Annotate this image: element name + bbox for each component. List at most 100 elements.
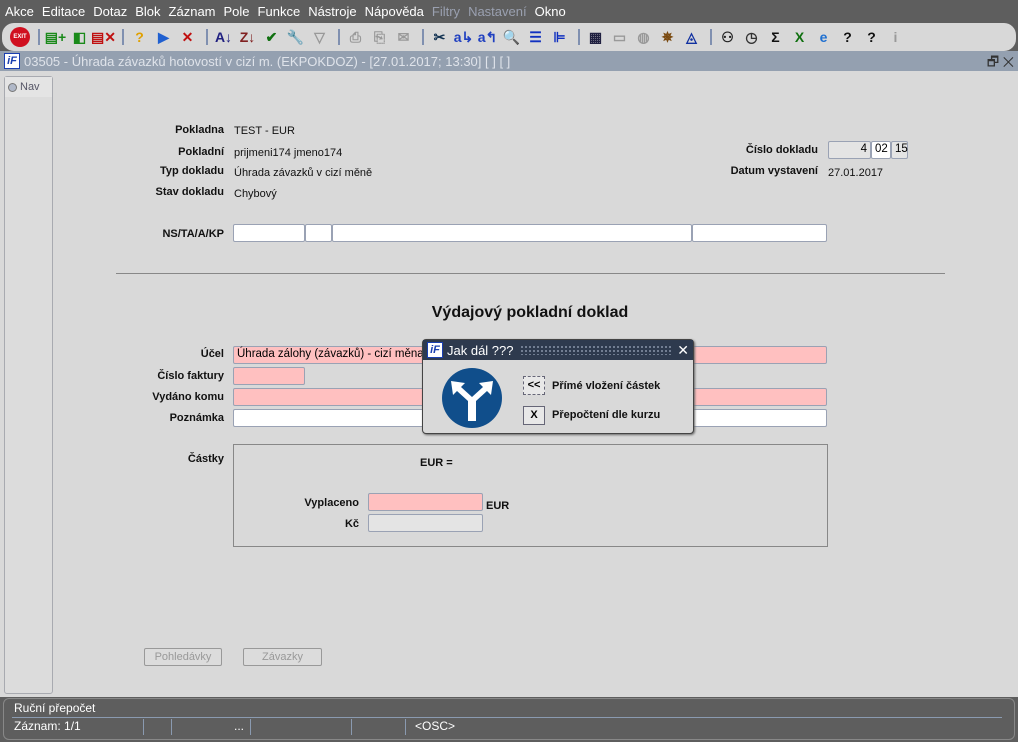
toolbar: EXIT ▤+ ◧ ▤✕? ▶ ✕ A↓ Z↓ ✔ 🔧 ▽ ⎙ ⎘ ✉ ✂ a↳ a↰ 🔍 ☰ ⊫ ▦ ▭ ◍ ✵ ◬ ⚇ ◷ Σ Xe…: [2, 23, 1016, 51]
faktura-label: Číslo faktury: [157, 370, 224, 382]
menu-pole[interactable]: Pole: [224, 4, 250, 19]
context-help-icon[interactable]: ?: [861, 27, 882, 48]
kc-label: Kč: [344, 518, 359, 530]
filter-icon[interactable]: ▽: [309, 27, 330, 48]
cislo-field-2[interactable]: 02: [871, 141, 891, 159]
cancel-query-icon[interactable]: ✕: [177, 27, 198, 48]
cislo-field-3[interactable]: 15: [891, 141, 908, 159]
kp-field[interactable]: [692, 224, 827, 242]
clock-icon[interactable]: ◷: [741, 27, 762, 48]
pohledavky-button[interactable]: Pohledávky: [144, 648, 222, 666]
print-setup-icon[interactable]: ⎘: [369, 27, 390, 48]
app-logo-icon: iF: [427, 342, 443, 358]
nav-tab[interactable]: Nav: [5, 77, 52, 97]
kc-field[interactable]: [368, 514, 483, 532]
datum-label: Datum vystavení: [730, 165, 818, 177]
sum-icon[interactable]: Σ: [765, 27, 786, 48]
stav-label: Stav dokladu: [155, 186, 224, 198]
dialog-title: Jak dál ???: [447, 342, 514, 358]
faktura-field[interactable]: [233, 367, 305, 385]
direct-entry-label: Přímé vložení částek: [552, 380, 661, 392]
dialog-title-bar: iF Jak dál ??? ✕: [423, 340, 693, 360]
menu-dotaz[interactable]: Dotaz: [93, 4, 127, 19]
menu-filtry[interactable]: Filtry: [432, 4, 460, 19]
menu-napoveda[interactable]: Nápověda: [365, 4, 424, 19]
ns-label: NS/TA/A/KP: [162, 228, 224, 240]
close-icon[interactable]: ✕: [1003, 54, 1014, 69]
nav-label: Nav: [20, 81, 40, 93]
check-icon[interactable]: ✔: [261, 27, 282, 48]
pokladni-value: prijmeni174 jmeno174: [234, 147, 343, 159]
mode-indicator: <OSC>: [415, 719, 456, 733]
status-ellipsis: ...: [234, 719, 245, 733]
cut-icon[interactable]: ✂: [429, 27, 450, 48]
title-grip: [519, 345, 672, 355]
typ-value: Úhrada závazků v cizí měně: [234, 167, 373, 179]
cislo-field-1[interactable]: 4: [828, 141, 871, 159]
sort-asc-icon[interactable]: A↓: [213, 27, 234, 48]
direct-entry-button[interactable]: <<: [523, 376, 545, 395]
menu-editace[interactable]: Editace: [42, 4, 85, 19]
paste-icon[interactable]: a↰: [477, 27, 498, 48]
help-icon[interactable]: ?: [837, 27, 858, 48]
eye-icon[interactable]: ◬: [681, 27, 702, 48]
menu-nastroje[interactable]: Nástroje: [308, 4, 356, 19]
window-title: 03505 - Úhrada závazků hotovostí v cizí …: [24, 53, 511, 69]
list-icon[interactable]: ☰: [525, 27, 546, 48]
wrench-icon[interactable]: 🔧: [285, 27, 306, 48]
dialog-close-icon[interactable]: ✕: [677, 342, 689, 359]
menu-zaznam[interactable]: Záznam: [169, 4, 216, 19]
search-icon[interactable]: 🔍: [501, 27, 522, 48]
a-field[interactable]: [332, 224, 692, 242]
menu-funkce[interactable]: Funkce: [258, 4, 301, 19]
toolbar-separator: [710, 29, 712, 45]
status-message: Ruční přepočet: [12, 701, 1002, 718]
datum-value: 27.01.2017: [828, 167, 884, 179]
poznamka-label: Poznámka: [169, 412, 224, 424]
stav-value: Chybový: [234, 188, 277, 200]
menu-okno[interactable]: Okno: [535, 4, 566, 19]
document-icon[interactable]: ▭: [609, 27, 630, 48]
mail-icon[interactable]: ✉: [393, 27, 414, 48]
cislo-label: Číslo dokladu: [745, 144, 818, 156]
castky-label: Částky: [187, 453, 224, 465]
pokladni-label: Pokladní: [178, 146, 224, 158]
menu-nastaveni[interactable]: Nastavení: [468, 4, 527, 19]
status-bar: Ruční přepočet Záznam: 1/1 ... <OSC>: [3, 698, 1015, 740]
delete-record-icon[interactable]: ▤✕: [91, 27, 116, 48]
helm-icon[interactable]: ✵: [657, 27, 678, 48]
browser-icon[interactable]: e: [813, 27, 834, 48]
ns-field[interactable]: [233, 224, 305, 242]
insert-record-icon[interactable]: ▤+: [45, 27, 66, 48]
duplicate-record-icon[interactable]: ◧: [69, 27, 90, 48]
ta-field[interactable]: [305, 224, 332, 242]
tree-list-icon[interactable]: ⊫: [549, 27, 570, 48]
vyplaceno-label: Vyplaceno: [304, 497, 359, 509]
vyplaceno-field[interactable]: [368, 493, 483, 511]
zavazky-button[interactable]: Závazky: [243, 648, 322, 666]
excel-icon[interactable]: X: [789, 27, 810, 48]
menu-akce[interactable]: Akce: [5, 4, 34, 19]
sort-desc-icon[interactable]: Z↓: [237, 27, 258, 48]
toolbar-separator: [578, 29, 580, 45]
vyplaceno-unit: EUR: [486, 500, 510, 512]
execute-query-icon[interactable]: ▶: [153, 27, 174, 48]
form-icon[interactable]: ▦: [585, 27, 606, 48]
restore-icon[interactable]: 🗗: [987, 54, 999, 69]
recalc-button[interactable]: X: [523, 406, 545, 425]
exit-icon[interactable]: EXIT: [10, 27, 30, 47]
toolbar-separator: [422, 29, 424, 45]
divider: [116, 273, 945, 274]
pokladna-value: TEST - EUR: [234, 125, 295, 137]
castky-box: [233, 444, 828, 547]
copy-icon[interactable]: a↳: [453, 27, 474, 48]
window-title-bar: iF 03505 - Úhrada závazků hotovostí v ci…: [0, 51, 1018, 71]
recalc-label: Přepočtení dle kurzu: [552, 409, 661, 421]
menu-blok[interactable]: Blok: [135, 4, 160, 19]
radio-icon: [8, 82, 17, 92]
report-icon[interactable]: ⚇: [717, 27, 738, 48]
info-icon[interactable]: i: [885, 27, 906, 48]
query-help-icon[interactable]: ?: [129, 27, 150, 48]
globe-icon[interactable]: ◍: [633, 27, 654, 48]
print-icon[interactable]: ⎙: [345, 27, 366, 48]
